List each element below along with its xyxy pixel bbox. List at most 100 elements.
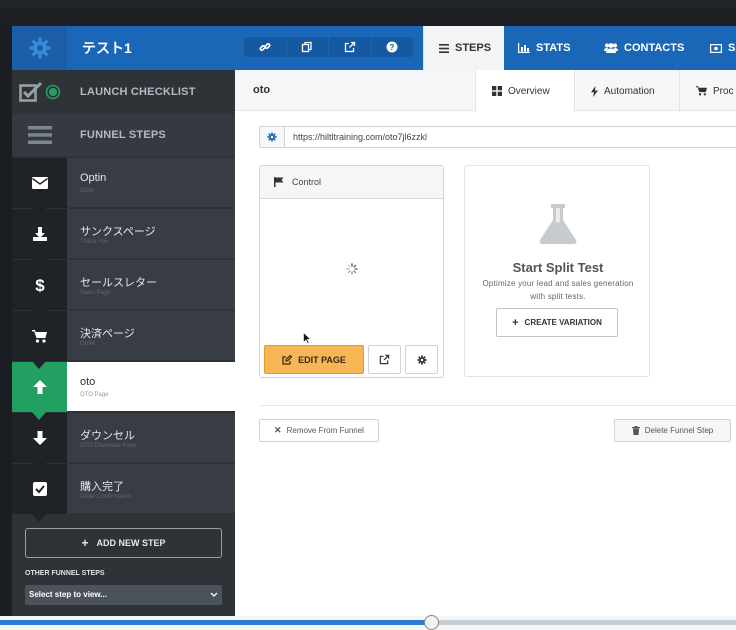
video-scrubber-handle[interactable] xyxy=(424,615,439,630)
flask-icon xyxy=(539,204,577,244)
step-type: OTO Page xyxy=(80,392,109,398)
gear-icon xyxy=(267,132,277,142)
step-connector xyxy=(31,513,47,522)
step-type: Thank You xyxy=(80,239,109,245)
tab-sales-label: SA xyxy=(728,42,736,54)
step-name: サンクスページ xyxy=(80,226,156,238)
edit-page-button[interactable]: EDIT PAGE xyxy=(264,345,364,374)
step-connector xyxy=(31,360,47,369)
create-variation-label: CREATE VARIATION xyxy=(524,318,602,327)
step-connector xyxy=(31,207,47,216)
external-link-icon xyxy=(379,354,390,365)
gear-icon xyxy=(416,354,427,365)
external-link-icon xyxy=(344,41,355,53)
tab-products[interactable]: Proc xyxy=(679,70,736,112)
funnel-steps-label: FUNNEL STEPS xyxy=(80,129,166,141)
tab-steps[interactable]: STEPS xyxy=(423,26,504,70)
page-preview xyxy=(260,199,443,339)
settings-logo-button[interactable] xyxy=(12,26,67,70)
tab-contacts[interactable]: CONTACTS xyxy=(604,26,684,70)
video-progress-fill xyxy=(0,620,431,625)
tab-products-label: Proc xyxy=(713,85,734,97)
cart-icon xyxy=(32,329,47,343)
step-title: oto xyxy=(253,84,271,96)
step-name: oto xyxy=(80,376,96,388)
split-test-title: Start Split Test xyxy=(512,260,604,275)
split-test-card: Start Split Test Optimize your lead and … xyxy=(464,165,650,377)
copy-link-button[interactable] xyxy=(244,37,287,57)
step-icon-col: $ xyxy=(12,260,67,310)
delete-funnel-step-button[interactable]: Delete Funnel Step xyxy=(614,419,731,442)
status-dot-icon xyxy=(45,84,61,100)
page-settings-button[interactable] xyxy=(405,345,438,374)
tab-overview-label: Overview xyxy=(508,85,550,97)
add-new-step-label: ADD NEW STEP xyxy=(96,538,166,548)
envelope-icon xyxy=(31,177,48,189)
add-new-step-button[interactable]: + ADD NEW STEP xyxy=(25,528,222,558)
list-icon xyxy=(439,43,449,53)
svg-text:$: $ xyxy=(35,276,45,294)
step-type: Optin xyxy=(80,188,95,194)
tab-stats[interactable]: STATS xyxy=(518,26,570,70)
step-icon-col xyxy=(12,311,67,361)
tab-overview[interactable]: Overview xyxy=(475,70,574,112)
tab-automation[interactable]: Automation xyxy=(574,70,679,112)
video-progress-track[interactable] xyxy=(431,620,736,625)
step-icon-col xyxy=(12,158,67,208)
tab-sales[interactable]: SA xyxy=(710,26,736,70)
tab-steps-label: STEPS xyxy=(455,42,492,54)
select-step-dropdown[interactable]: Select step to view... xyxy=(25,585,222,605)
download-icon xyxy=(32,227,47,241)
preview-page-button[interactable] xyxy=(368,345,401,374)
window-top-strip xyxy=(0,0,736,26)
step-type: OTO Downsale Page xyxy=(80,443,137,449)
step-name: 購入完了 xyxy=(80,481,124,493)
funnel-steps-header: FUNNEL STEPS xyxy=(12,114,235,156)
help-icon: ? xyxy=(386,41,398,53)
edit-icon xyxy=(282,354,293,365)
flag-icon xyxy=(274,177,284,187)
step-connector xyxy=(31,258,47,267)
step-name: ダウンセル xyxy=(80,430,135,442)
plus-icon: + xyxy=(512,316,519,329)
url-settings-button[interactable] xyxy=(260,127,285,147)
users-icon xyxy=(604,43,618,53)
plus-icon: + xyxy=(81,536,89,550)
other-funnel-steps-label: OTHER FUNNEL STEPS xyxy=(25,570,105,577)
split-test-description: Optimize your lead and sales generation … xyxy=(482,279,634,301)
step-icon-col xyxy=(12,209,67,259)
clone-button[interactable] xyxy=(287,37,329,57)
tab-contacts-label: CONTACTS xyxy=(624,42,685,54)
close-icon: ✕ xyxy=(274,425,282,435)
bolt-icon xyxy=(591,85,598,97)
arrow-up-icon xyxy=(32,380,47,394)
launch-checklist[interactable]: LAUNCH CHECKLIST xyxy=(12,70,235,114)
trash-icon xyxy=(631,426,640,435)
step-type: Order Confirmation xyxy=(80,494,132,500)
chevron-down-icon xyxy=(210,585,218,605)
step-type: Order xyxy=(80,341,96,347)
mouse-cursor-icon xyxy=(303,332,311,344)
page-url-field[interactable]: https://hiltltraining.com/oto7jl6zzkl xyxy=(259,126,736,148)
help-button[interactable]: ? xyxy=(372,37,414,57)
check-square-icon xyxy=(32,482,47,496)
money-icon xyxy=(710,43,722,53)
step-header: oto Overview Automation Proc xyxy=(235,70,736,112)
step-icon-col xyxy=(12,413,67,463)
create-variation-button[interactable]: + CREATE VARIATION xyxy=(496,308,618,337)
step-connector xyxy=(31,462,47,471)
launch-checklist-label: LAUNCH CHECKLIST xyxy=(80,86,196,98)
remove-label: Remove From Funnel xyxy=(286,426,364,435)
remove-from-funnel-button[interactable]: ✕ Remove From Funnel xyxy=(259,419,379,442)
cart-icon xyxy=(696,86,707,96)
step-type: Sales Page xyxy=(80,290,111,296)
menu-icon-col xyxy=(12,114,67,156)
funnel-name[interactable]: テスト1 xyxy=(82,26,132,70)
edit-page-label: EDIT PAGE xyxy=(298,354,346,365)
step-name: 決済ページ xyxy=(80,328,135,340)
checkbox-checked-icon xyxy=(19,81,43,102)
checklist-icons xyxy=(12,70,68,114)
sidebar-step-optin[interactable]: Optin Optin xyxy=(12,157,235,216)
top-header: テスト1 ? STEPS STATS CONTACTS S xyxy=(12,26,736,70)
open-funnel-button[interactable] xyxy=(329,37,372,57)
